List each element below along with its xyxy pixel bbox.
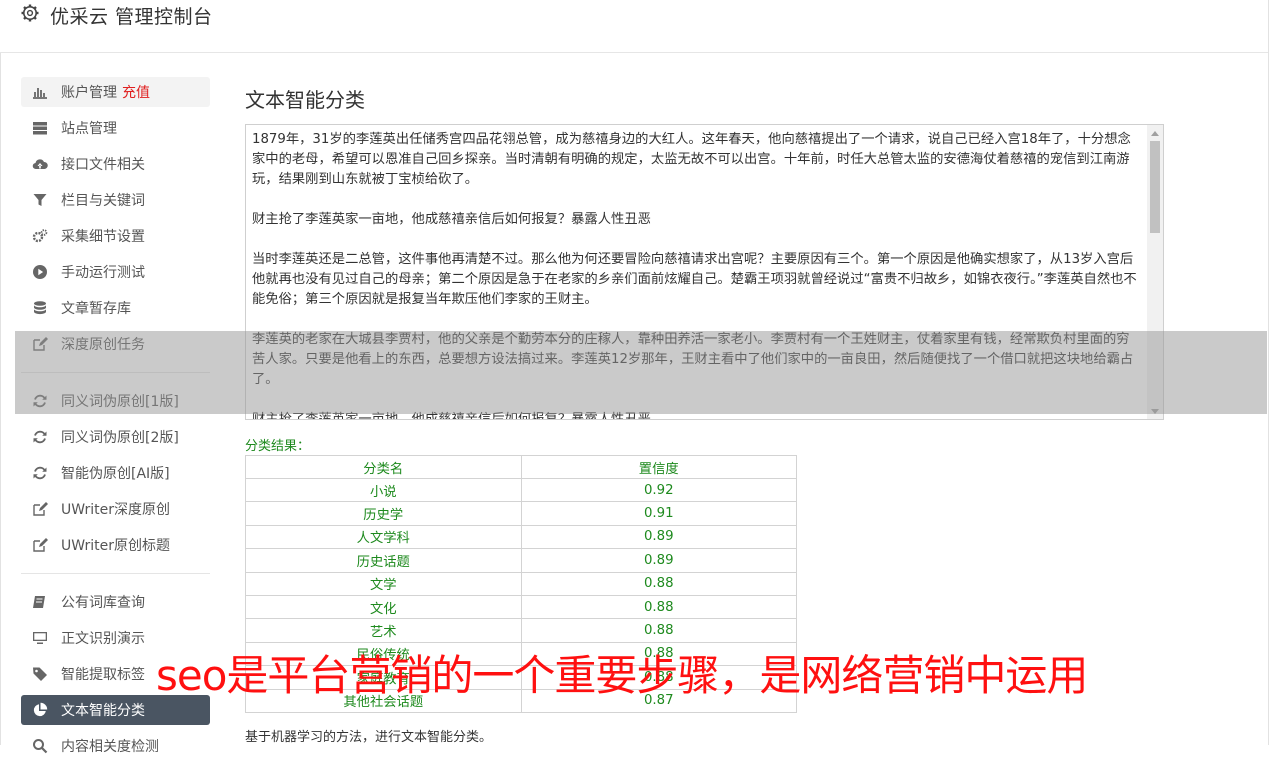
monitor-icon [33, 632, 47, 644]
sidebar-item-label: 公有词库查询 [61, 595, 145, 611]
column-header-confidence: 置信度 [520, 455, 797, 479]
tag-icon [33, 667, 47, 681]
sidebar-item-label: 智能伪原创[AI版] [61, 466, 170, 482]
table-row: 文学 0.88 [245, 571, 797, 596]
recharge-link[interactable]: 充值 [122, 82, 150, 102]
confidence-cell: 0.92 [520, 477, 797, 503]
cloud-upload-icon [32, 159, 48, 170]
edit-icon [33, 538, 48, 552]
scroll-up-arrow-icon[interactable] [1151, 131, 1159, 136]
sidebar-item-label: 栏目与关键词 [61, 193, 145, 209]
confidence-cell: 0.88 [520, 571, 797, 596]
text-input-area[interactable]: 1879年，31岁的李莲英出任储秀宫四品花翎总管，成为慈禧身边的大红人。这年春天… [245, 124, 1164, 420]
database-icon [34, 301, 46, 315]
server-icon [33, 122, 47, 135]
sidebar-item-label: 采集细节设置 [61, 229, 145, 245]
sidebar-item-label: 同义词伪原创[1版] [61, 394, 179, 410]
sidebar-item-public-lexicon[interactable]: 公有词库查询 [21, 587, 210, 617]
play-circle-icon [33, 265, 47, 279]
edit-icon [33, 337, 48, 351]
search-icon [33, 739, 48, 754]
pie-chart-icon [33, 702, 48, 717]
sidebar-item-label: 文本智能分类 [61, 703, 145, 719]
sidebar-item-uwriter-deep[interactable]: UWriter深度原创 [21, 494, 210, 524]
category-cell: 历史话题 [245, 548, 522, 573]
overlay-caption: seo是平台营销的一个重要步骤，是网络营销中运用 [156, 651, 1088, 700]
sidebar-item-label: 深度原创任务 [61, 337, 145, 353]
table-row: 艺术 0.88 [245, 618, 797, 643]
text-input-content[interactable]: 1879年，31岁的李莲英出任储秀宫四品花翎总管，成为慈禧身边的大红人。这年春天… [252, 130, 1142, 419]
table-row: 历史话题 0.89 [245, 548, 797, 573]
table-header-row: 分类名 置信度 [245, 455, 797, 479]
sidebar-item-columns-keywords[interactable]: 栏目与关键词 [21, 185, 210, 215]
confidence-cell: 0.88 [520, 618, 797, 643]
sidebar: 账户管理 充值 站点管理 接口文件相关 栏目与关键词 采集细节设置 手动运行测试… [0, 0, 230, 755]
column-header-category: 分类名 [245, 455, 522, 479]
sidebar-item-collect-settings[interactable]: 采集细节设置 [21, 221, 210, 251]
confidence-cell: 0.89 [520, 524, 797, 550]
sidebar-item-synonym-v2[interactable]: 同义词伪原创[2版] [21, 422, 210, 452]
sidebar-item-sites[interactable]: 站点管理 [21, 113, 210, 143]
filter-icon [33, 194, 47, 206]
sidebar-divider [21, 372, 210, 373]
sidebar-item-label: 站点管理 [61, 121, 117, 137]
window-right-border [1268, 0, 1269, 745]
category-cell: 人文学科 [245, 524, 522, 550]
sidebar-item-label: UWriter深度原创 [61, 502, 170, 518]
sidebar-item-label: 智能提取标签 [61, 667, 145, 683]
book-icon [33, 596, 45, 608]
sidebar-item-label: 接口文件相关 [61, 157, 145, 173]
refresh-icon [33, 430, 47, 444]
sidebar-item-label: 文章暂存库 [61, 301, 131, 317]
method-footnote: 基于机器学习的方法，进行文本智能分类。 [245, 730, 493, 745]
table-row: 人文学科 0.89 [245, 524, 797, 550]
scrollbar-thumb[interactable] [1150, 141, 1160, 233]
result-label: 分类结果： [245, 439, 311, 454]
sidebar-item-ai-rewrite[interactable]: 智能伪原创[AI版] [21, 458, 210, 488]
edit-icon [33, 502, 48, 516]
sidebar-item-relevance-check[interactable]: 内容相关度检测 [21, 731, 210, 761]
sidebar-item-deep-original-task[interactable]: 深度原创任务 [21, 329, 210, 359]
sidebar-item-article-storage[interactable]: 文章暂存库 [21, 293, 210, 323]
table-row: 历史学 0.91 [245, 501, 797, 526]
table-row: 小说 0.92 [245, 477, 797, 503]
refresh-icon [33, 394, 47, 408]
category-cell: 文化 [245, 594, 522, 620]
category-cell: 小说 [245, 477, 522, 503]
confidence-cell: 0.91 [520, 501, 797, 526]
page-title: 文本智能分类 [245, 88, 365, 112]
confidence-cell: 0.89 [520, 548, 797, 573]
sidebar-item-interface-files[interactable]: 接口文件相关 [21, 149, 210, 179]
confidence-cell: 0.88 [520, 594, 797, 620]
category-cell: 艺术 [245, 618, 522, 643]
category-cell: 文学 [245, 571, 522, 596]
sidebar-item-synonym-v1[interactable]: 同义词伪原创[1版] [21, 386, 210, 416]
sidebar-item-label: 正文识别演示 [61, 631, 145, 647]
category-cell: 历史学 [245, 501, 522, 526]
scroll-down-arrow-icon[interactable] [1151, 409, 1159, 414]
gears-icon [32, 229, 48, 243]
sidebar-item-label: 账户管理 [61, 85, 117, 101]
sidebar-item-manual-run[interactable]: 手动运行测试 [21, 257, 210, 287]
sidebar-item-account[interactable]: 账户管理 充值 [21, 77, 210, 107]
sidebar-divider [21, 573, 210, 574]
refresh-icon [33, 466, 47, 480]
table-row: 文化 0.88 [245, 594, 797, 620]
textarea-scrollbar[interactable] [1147, 125, 1163, 419]
bar-chart-icon [33, 88, 47, 99]
sidebar-item-label: 手动运行测试 [61, 265, 145, 281]
sidebar-item-label: UWriter原创标题 [61, 538, 170, 554]
sidebar-item-label: 同义词伪原创[2版] [61, 430, 179, 446]
sidebar-item-uwriter-title[interactable]: UWriter原创标题 [21, 530, 210, 560]
sidebar-item-label: 内容相关度检测 [61, 739, 159, 755]
